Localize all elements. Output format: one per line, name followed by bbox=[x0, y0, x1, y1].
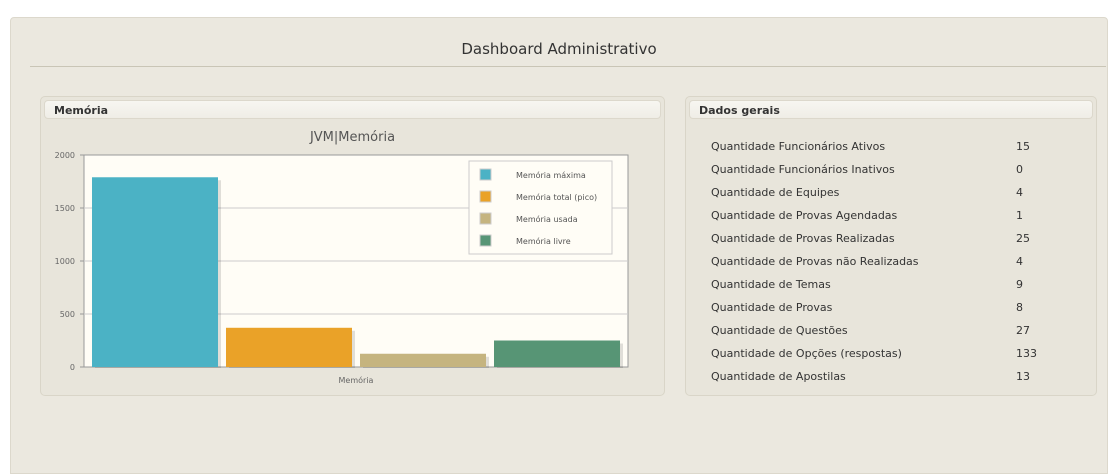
y-tick-label: 0 bbox=[70, 363, 75, 372]
table-row: Quantidade de Equipes 4 bbox=[711, 181, 1076, 204]
general-data-panel: Dados gerais Quantidade Funcionários Ati… bbox=[685, 96, 1097, 396]
stat-value: 13 bbox=[1016, 370, 1030, 383]
legend-swatch bbox=[479, 212, 492, 225]
bar-mem-ria-m-xima bbox=[92, 177, 218, 367]
y-tick-label: 500 bbox=[60, 310, 75, 319]
stat-value: 1 bbox=[1016, 209, 1023, 222]
stat-label: Quantidade de Provas Realizadas bbox=[711, 232, 895, 245]
dashboard-panel: Dashboard Administrativo Memória JVM|Mem… bbox=[10, 17, 1108, 474]
table-row: Quantidade de Questões 27 bbox=[711, 319, 1076, 342]
stat-label: Quantidade de Apostilas bbox=[711, 370, 846, 383]
stat-label: Quantidade Funcionários Ativos bbox=[711, 140, 886, 153]
legend-label: Memória máxima bbox=[516, 170, 586, 180]
page-title: Dashboard Administrativo bbox=[461, 40, 657, 58]
stat-value: 0 bbox=[1016, 163, 1023, 176]
table-row: Quantidade de Opções (respostas) 133 bbox=[711, 342, 1076, 365]
stat-label: Quantidade de Provas bbox=[711, 301, 833, 314]
stat-value: 4 bbox=[1016, 255, 1023, 268]
stat-value: 9 bbox=[1016, 278, 1023, 291]
stat-label: Quantidade de Provas Agendadas bbox=[711, 209, 898, 222]
general-data-table: Quantidade Funcionários Ativos 15 Quantida… bbox=[711, 135, 1076, 388]
table-row: Quantidade de Provas 8 bbox=[711, 296, 1076, 319]
legend-swatch bbox=[479, 168, 492, 181]
title-divider bbox=[30, 66, 1106, 67]
x-axis-label: Memória bbox=[339, 375, 374, 385]
bar-mem-ria-livre bbox=[494, 340, 620, 367]
table-row: Quantidade Funcionários Inativos 0 bbox=[711, 158, 1076, 181]
bar-mem-ria-total-pico- bbox=[226, 327, 352, 367]
stat-value: 8 bbox=[1016, 301, 1023, 314]
legend-label: Memória total (pico) bbox=[516, 192, 597, 202]
table-row: Quantidade de Provas não Realizadas 4 bbox=[711, 250, 1076, 273]
legend-swatch bbox=[479, 190, 492, 203]
legend-label: Memória usada bbox=[516, 214, 578, 224]
table-row: Quantidade de Temas 9 bbox=[711, 273, 1076, 296]
stat-label: Quantidade de Equipes bbox=[711, 186, 840, 199]
stat-value: 27 bbox=[1016, 324, 1030, 337]
y-tick-label: 1000 bbox=[55, 257, 75, 266]
stat-label: Quantidade de Questões bbox=[711, 324, 848, 337]
stat-value: 133 bbox=[1016, 347, 1037, 360]
table-row: Quantidade de Apostilas 13 bbox=[711, 365, 1076, 388]
y-tick-label: 1500 bbox=[55, 204, 75, 213]
table-row: Quantidade de Provas Realizadas 25 bbox=[711, 227, 1076, 250]
stat-value: 15 bbox=[1016, 140, 1030, 153]
memory-chart: 0 500 1000 1500 2000 Memória Memória máxima Mem… bbox=[55, 151, 629, 385]
bar-mem-ria-usada bbox=[360, 353, 486, 367]
legend-label: Memória livre bbox=[516, 236, 571, 246]
stat-label: Quantidade de Provas não Realizadas bbox=[711, 255, 919, 268]
y-tick-label: 2000 bbox=[55, 151, 75, 160]
stat-value: 4 bbox=[1016, 186, 1023, 199]
stat-label: Quantidade Funcionários Inativos bbox=[711, 163, 895, 176]
table-row: Quantidade de Provas Agendadas 1 bbox=[711, 204, 1076, 227]
table-row: Quantidade Funcionários Ativos 15 bbox=[711, 135, 1076, 158]
memory-panel: Memória JVM|Memória 0 500 1000 1500 2000 Memó… bbox=[40, 96, 665, 396]
stat-label: Quantidade de Temas bbox=[711, 278, 831, 291]
general-data-header: Dados gerais bbox=[689, 100, 1093, 119]
stat-label: Quantidade de Opções (respostas) bbox=[711, 347, 902, 360]
legend-swatch bbox=[479, 234, 492, 247]
stat-value: 25 bbox=[1016, 232, 1030, 245]
